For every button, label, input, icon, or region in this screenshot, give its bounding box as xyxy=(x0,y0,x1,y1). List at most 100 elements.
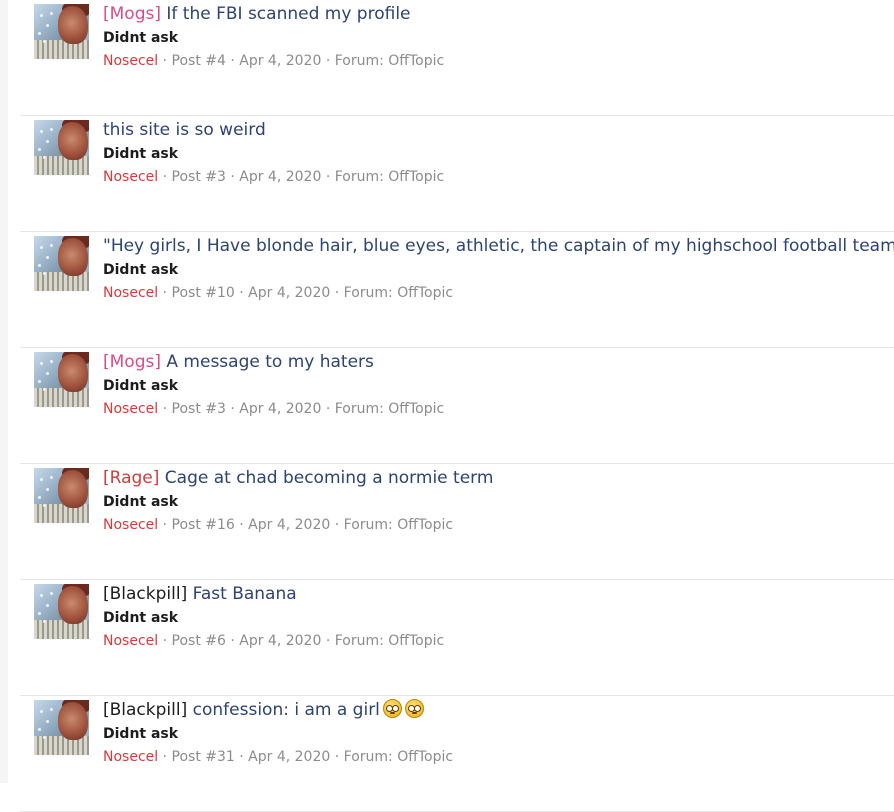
meta-separator: · xyxy=(158,749,172,765)
result-content: [Rage] Cage at chad becoming a normie te… xyxy=(103,467,894,535)
avatar-sparkle xyxy=(40,594,43,597)
post-number: Post #31 xyxy=(171,749,235,765)
avatar-shirt xyxy=(34,272,89,291)
post-number: Post #10 xyxy=(171,285,235,301)
avatar[interactable] xyxy=(34,120,89,175)
result-snippet: Didnt ask xyxy=(103,262,179,278)
search-result-row: "Hey girls, I Have blonde hair, blue eye… xyxy=(20,232,894,348)
author-link[interactable]: Nosecel xyxy=(103,633,158,649)
post-date: Apr 4, 2020 xyxy=(239,633,322,649)
avatar-sparkle xyxy=(40,362,43,365)
post-date: Apr 4, 2020 xyxy=(248,749,331,765)
result-content: "Hey girls, I Have blonde hair, blue eye… xyxy=(103,235,894,303)
post-number: Post #16 xyxy=(171,517,235,533)
author-link[interactable]: Nosecel xyxy=(103,285,158,301)
avatar[interactable] xyxy=(34,236,89,291)
meta-separator: · xyxy=(321,633,335,649)
meta-separator: · xyxy=(234,285,249,301)
result-meta: Nosecel · Post #3 · Apr 4, 2020 · Forum:… xyxy=(103,167,894,187)
result-title-link[interactable]: [Rage] Cage at chad becoming a normie te… xyxy=(103,467,894,489)
meta-separator: · xyxy=(158,401,172,417)
result-title-link[interactable]: [Blackpill] Fast Banana xyxy=(103,583,894,605)
search-result-row: [Blackpill] Fast Banana Didnt ask Nosecel … xyxy=(20,580,894,696)
meta-separator: · xyxy=(321,169,335,185)
post-number: Post #6 xyxy=(171,633,226,649)
forum-link[interactable]: Forum: OffTopic xyxy=(344,285,453,301)
avatar-sparkle xyxy=(46,24,49,27)
avatar[interactable] xyxy=(34,584,89,639)
avatar-sparkle xyxy=(40,14,43,17)
result-title-text: Cage at chad becoming a normie term xyxy=(159,468,494,488)
avatar-sparkle xyxy=(50,360,53,363)
avatar-sparkle xyxy=(38,380,41,383)
thread-prefix-label[interactable]: [Mogs] xyxy=(103,352,161,372)
author-link[interactable]: Nosecel xyxy=(103,169,158,185)
avatar-shirt xyxy=(34,504,89,523)
forum-link[interactable]: Forum: OffTopic xyxy=(335,401,444,417)
result-title-link[interactable]: [Mogs] A message to my haters xyxy=(103,351,894,373)
meta-separator: · xyxy=(158,53,172,69)
author-link[interactable]: Nosecel xyxy=(103,517,158,533)
avatar-face xyxy=(58,702,88,740)
meta-separator: · xyxy=(225,401,240,417)
meta-separator: · xyxy=(158,169,172,185)
avatar-shirt xyxy=(34,156,89,175)
post-number: Post #3 xyxy=(171,401,226,417)
post-date: Apr 4, 2020 xyxy=(239,401,322,417)
avatar-sparkle xyxy=(50,12,53,15)
forum-link[interactable]: Forum: OffTopic xyxy=(335,633,444,649)
avatar[interactable] xyxy=(34,468,89,523)
result-title-link[interactable]: [Blackpill] confession: i am a girl xyxy=(103,699,894,721)
result-meta: Nosecel · Post #16 · Apr 4, 2020 · Forum… xyxy=(103,515,894,535)
meta-separator: · xyxy=(158,517,172,533)
avatar-face xyxy=(58,470,88,508)
result-snippet: Didnt ask xyxy=(103,494,179,510)
forum-link[interactable]: Forum: OffTopic xyxy=(335,169,444,185)
result-title-link[interactable]: this site is so weird xyxy=(103,119,894,141)
search-results-list: [Mogs] If the FBI scanned my profile Didn… xyxy=(20,0,894,812)
meta-separator: · xyxy=(225,169,240,185)
result-snippet: Didnt ask xyxy=(103,146,179,162)
result-title-text: A message to my haters xyxy=(160,352,374,372)
author-link[interactable]: Nosecel xyxy=(103,749,158,765)
author-link[interactable]: Nosecel xyxy=(103,53,158,69)
thread-prefix-label[interactable]: [Blackpill] xyxy=(103,584,187,604)
author-link[interactable]: Nosecel xyxy=(103,401,158,417)
meta-separator: · xyxy=(158,633,172,649)
post-number: Post #3 xyxy=(171,169,226,185)
result-content: [Blackpill] confession: i am a girl Didnt… xyxy=(103,699,894,767)
result-title-text: this site is so weird xyxy=(103,120,266,140)
thread-prefix-label[interactable]: [Mogs] xyxy=(103,4,161,24)
search-result-row: [Mogs] A message to my haters Didnt ask No… xyxy=(20,348,894,464)
result-content: [Mogs] If the FBI scanned my profile Didn… xyxy=(103,3,894,71)
avatar[interactable] xyxy=(34,4,89,59)
forum-link[interactable]: Forum: OffTopic xyxy=(335,53,444,69)
result-title-link[interactable]: "Hey girls, I Have blonde hair, blue eye… xyxy=(103,235,894,257)
avatar[interactable] xyxy=(34,352,89,407)
avatar-sparkle xyxy=(46,488,49,491)
thread-prefix-label[interactable]: [Blackpill] xyxy=(103,700,187,720)
result-snippet: Didnt ask xyxy=(103,726,179,742)
post-date: Apr 4, 2020 xyxy=(239,169,322,185)
avatar-sparkle xyxy=(43,388,46,391)
result-title-text: Fast Banana xyxy=(187,584,297,604)
result-meta: Nosecel · Post #4 · Apr 4, 2020 · Forum:… xyxy=(103,51,894,71)
avatar-shirt xyxy=(34,40,89,59)
avatar[interactable] xyxy=(34,700,89,755)
avatar-shirt xyxy=(34,620,89,639)
flushed-face-icon xyxy=(404,699,424,718)
meta-separator: · xyxy=(234,749,249,765)
avatar-sparkle xyxy=(38,612,41,615)
post-date: Apr 4, 2020 xyxy=(248,517,331,533)
forum-link[interactable]: Forum: OffTopic xyxy=(344,749,453,765)
result-content: this site is so weird Didnt ask Nosecel · … xyxy=(103,119,894,187)
avatar-sparkle xyxy=(43,272,46,275)
result-meta: Nosecel · Post #6 · Apr 4, 2020 · Forum:… xyxy=(103,631,894,651)
result-title-link[interactable]: [Mogs] If the FBI scanned my profile xyxy=(103,3,894,25)
flushed-face-icon xyxy=(382,699,402,718)
forum-link[interactable]: Forum: OffTopic xyxy=(344,517,453,533)
meta-separator: · xyxy=(158,285,172,301)
thread-prefix-label[interactable]: [Rage] xyxy=(103,468,159,488)
post-date: Apr 4, 2020 xyxy=(239,53,322,69)
avatar-sparkle xyxy=(46,140,49,143)
